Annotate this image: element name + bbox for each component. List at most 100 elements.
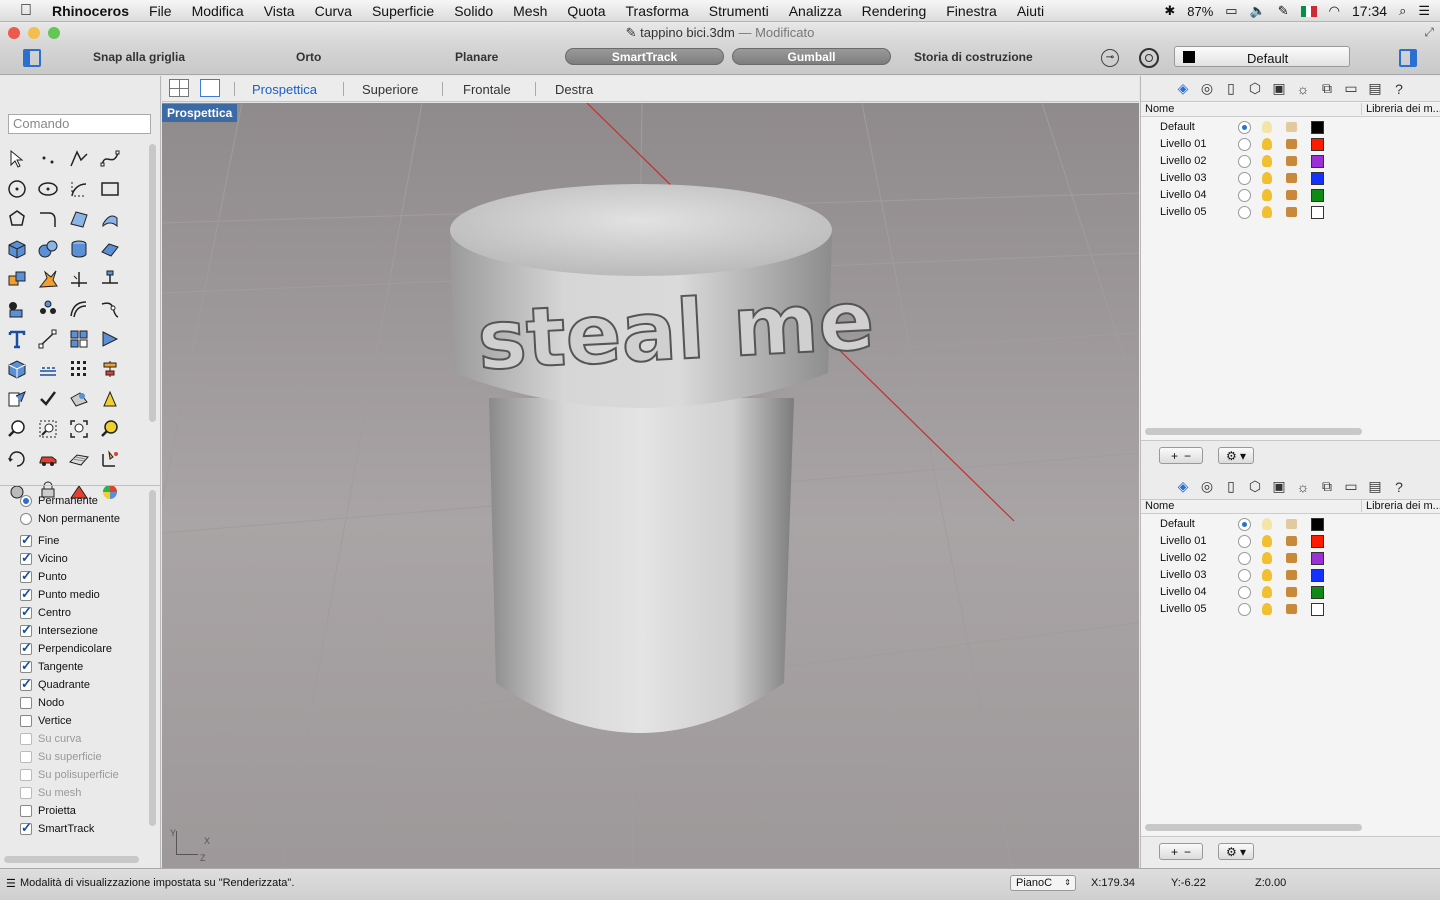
checkbox-icon[interactable]	[20, 640, 32, 656]
battery-percent[interactable]: 87%	[1187, 4, 1213, 19]
help-icon[interactable]: ?	[1389, 80, 1409, 98]
menu-superficie[interactable]: Superficie	[372, 3, 434, 19]
history-toggle[interactable]: Storia di costruzione	[914, 50, 1033, 64]
color-wheel-icon[interactable]	[97, 476, 123, 502]
group-icon[interactable]	[35, 296, 61, 322]
layer-options-button[interactable]: ⚙ ▾	[1218, 447, 1254, 464]
single-viewport-icon[interactable]	[200, 79, 220, 97]
cplane-select[interactable]: PianoC ⇕	[1010, 875, 1076, 891]
smarttrack-toggle[interactable]: SmartTrack	[565, 48, 724, 65]
offset-icon[interactable]	[66, 296, 92, 322]
menu-analizza[interactable]: Analizza	[789, 3, 842, 19]
polyline-icon[interactable]	[66, 146, 92, 172]
current-layer-radio[interactable]	[1238, 155, 1251, 168]
cap-top-face[interactable]	[450, 184, 832, 276]
current-layer-radio[interactable]	[1238, 121, 1251, 134]
split-icon[interactable]	[97, 266, 123, 292]
named-views-icon[interactable]: ▭	[1341, 80, 1361, 98]
osnap-quadrante[interactable]: Quadrante	[20, 676, 90, 694]
layer-color-swatch[interactable]	[1311, 155, 1324, 168]
perspective-viewport[interactable]: steal me Y X Z	[162, 103, 1139, 868]
analyze-icon[interactable]	[35, 386, 61, 412]
col-library[interactable]: Libreria dei m...	[1361, 500, 1440, 512]
grid-icon[interactable]	[35, 356, 61, 382]
layout-icon[interactable]	[4, 386, 30, 412]
menu-trasforma[interactable]: Trasforma	[626, 3, 689, 19]
checkbox-icon[interactable]	[20, 805, 32, 817]
menu-curva[interactable]: Curva	[315, 3, 352, 19]
col-library[interactable]: Libreria dei m...	[1361, 103, 1440, 115]
blocks-icon[interactable]: ⧉	[1317, 478, 1337, 496]
checkbox-icon[interactable]	[20, 820, 32, 836]
menu-finestra[interactable]: Finestra	[946, 3, 997, 19]
rectangle-icon[interactable]	[97, 176, 123, 202]
bulb-icon[interactable]	[1262, 155, 1272, 167]
osnap-nodo[interactable]: Nodo	[20, 694, 64, 712]
trim-icon[interactable]	[66, 266, 92, 292]
layer-color-swatch[interactable]	[1311, 535, 1324, 548]
layer-row[interactable]: Default	[1141, 516, 1440, 533]
current-layer-radio[interactable]	[1238, 586, 1251, 599]
menu-app-name[interactable]: Rhinoceros	[52, 3, 129, 19]
osnap-punto[interactable]: Punto	[20, 568, 67, 586]
col-name[interactable]: Nome	[1145, 500, 1174, 512]
circle-icon[interactable]	[4, 176, 30, 202]
osnap-scrollbar[interactable]	[149, 490, 156, 826]
checkbox-icon[interactable]	[20, 568, 32, 584]
lock-icon[interactable]	[1286, 173, 1297, 183]
layer-row[interactable]: Livello 05	[1141, 601, 1440, 618]
lights-icon[interactable]: ☼	[1293, 80, 1313, 98]
osnap-vertice[interactable]: Vertice	[20, 712, 72, 730]
camera-icon[interactable]: ▣	[1269, 478, 1289, 496]
remove-layer-icon[interactable]: −	[1184, 845, 1191, 859]
lock-icon[interactable]	[1286, 190, 1297, 200]
bulb-icon[interactable]	[1262, 518, 1272, 530]
bulb-icon[interactable]	[1262, 586, 1272, 598]
current-layer-radio[interactable]	[1238, 518, 1251, 531]
menu-strumenti[interactable]: Strumenti	[709, 3, 769, 19]
bulb-icon[interactable]	[1262, 206, 1272, 218]
checkbox-icon[interactable]	[20, 586, 32, 602]
remove-layer-icon[interactable]: −	[1184, 449, 1191, 463]
osnap-su-polisuperficie[interactable]: Su polisuperficie	[20, 766, 119, 784]
dimension-icon[interactable]	[35, 326, 61, 352]
checkbox-icon[interactable]	[20, 769, 32, 781]
menu-file[interactable]: File	[149, 3, 172, 19]
display-icon[interactable]: ▤	[1365, 478, 1385, 496]
point-icon[interactable]	[35, 146, 61, 172]
add-remove-layer-button[interactable]: + −	[1159, 447, 1203, 464]
checkbox-icon[interactable]	[20, 697, 32, 709]
polygon-icon[interactable]	[4, 206, 30, 232]
bulb-icon[interactable]	[1262, 552, 1272, 564]
list-icon[interactable]: ☰	[1418, 3, 1430, 19]
tab-superiore[interactable]: Superiore	[362, 82, 418, 97]
current-layer-radio[interactable]	[1238, 172, 1251, 185]
layer-row[interactable]: Livello 03	[1141, 170, 1440, 187]
bulb-icon[interactable]	[1262, 138, 1272, 150]
volume-icon[interactable]: 🔈	[1250, 3, 1266, 19]
layer-row[interactable]: Livello 04	[1141, 187, 1440, 204]
fillet-icon[interactable]	[35, 206, 61, 232]
checkbox-icon[interactable]	[20, 733, 32, 745]
osnap-centro[interactable]: Centro	[20, 604, 71, 622]
lock-icon[interactable]	[1286, 604, 1297, 614]
layer-row[interactable]: Livello 02	[1141, 550, 1440, 567]
bulb-icon[interactable]	[1262, 603, 1272, 615]
box-icon[interactable]	[4, 236, 30, 262]
layer-color-swatch[interactable]	[1311, 206, 1324, 219]
text-icon[interactable]	[4, 326, 30, 352]
help-icon[interactable]: ?	[1389, 478, 1409, 496]
point-grid-icon[interactable]	[66, 356, 92, 382]
lock-icon[interactable]	[1286, 587, 1297, 597]
bluetooth-icon[interactable]: ✱	[1164, 3, 1175, 19]
explode-icon[interactable]	[35, 266, 61, 292]
bulb-icon[interactable]	[1262, 569, 1272, 581]
layers-hscrollbar[interactable]	[1145, 824, 1362, 831]
curve-icon[interactable]	[97, 146, 123, 172]
bulb-icon[interactable]	[1262, 189, 1272, 201]
bulb-icon[interactable]	[1262, 535, 1272, 547]
snap-grid-toggle[interactable]: Snap alla griglia	[93, 50, 185, 64]
osnap-smarttrack[interactable]: SmartTrack	[20, 820, 94, 838]
lock-icon[interactable]	[1286, 536, 1297, 546]
loft-icon[interactable]	[97, 206, 123, 232]
